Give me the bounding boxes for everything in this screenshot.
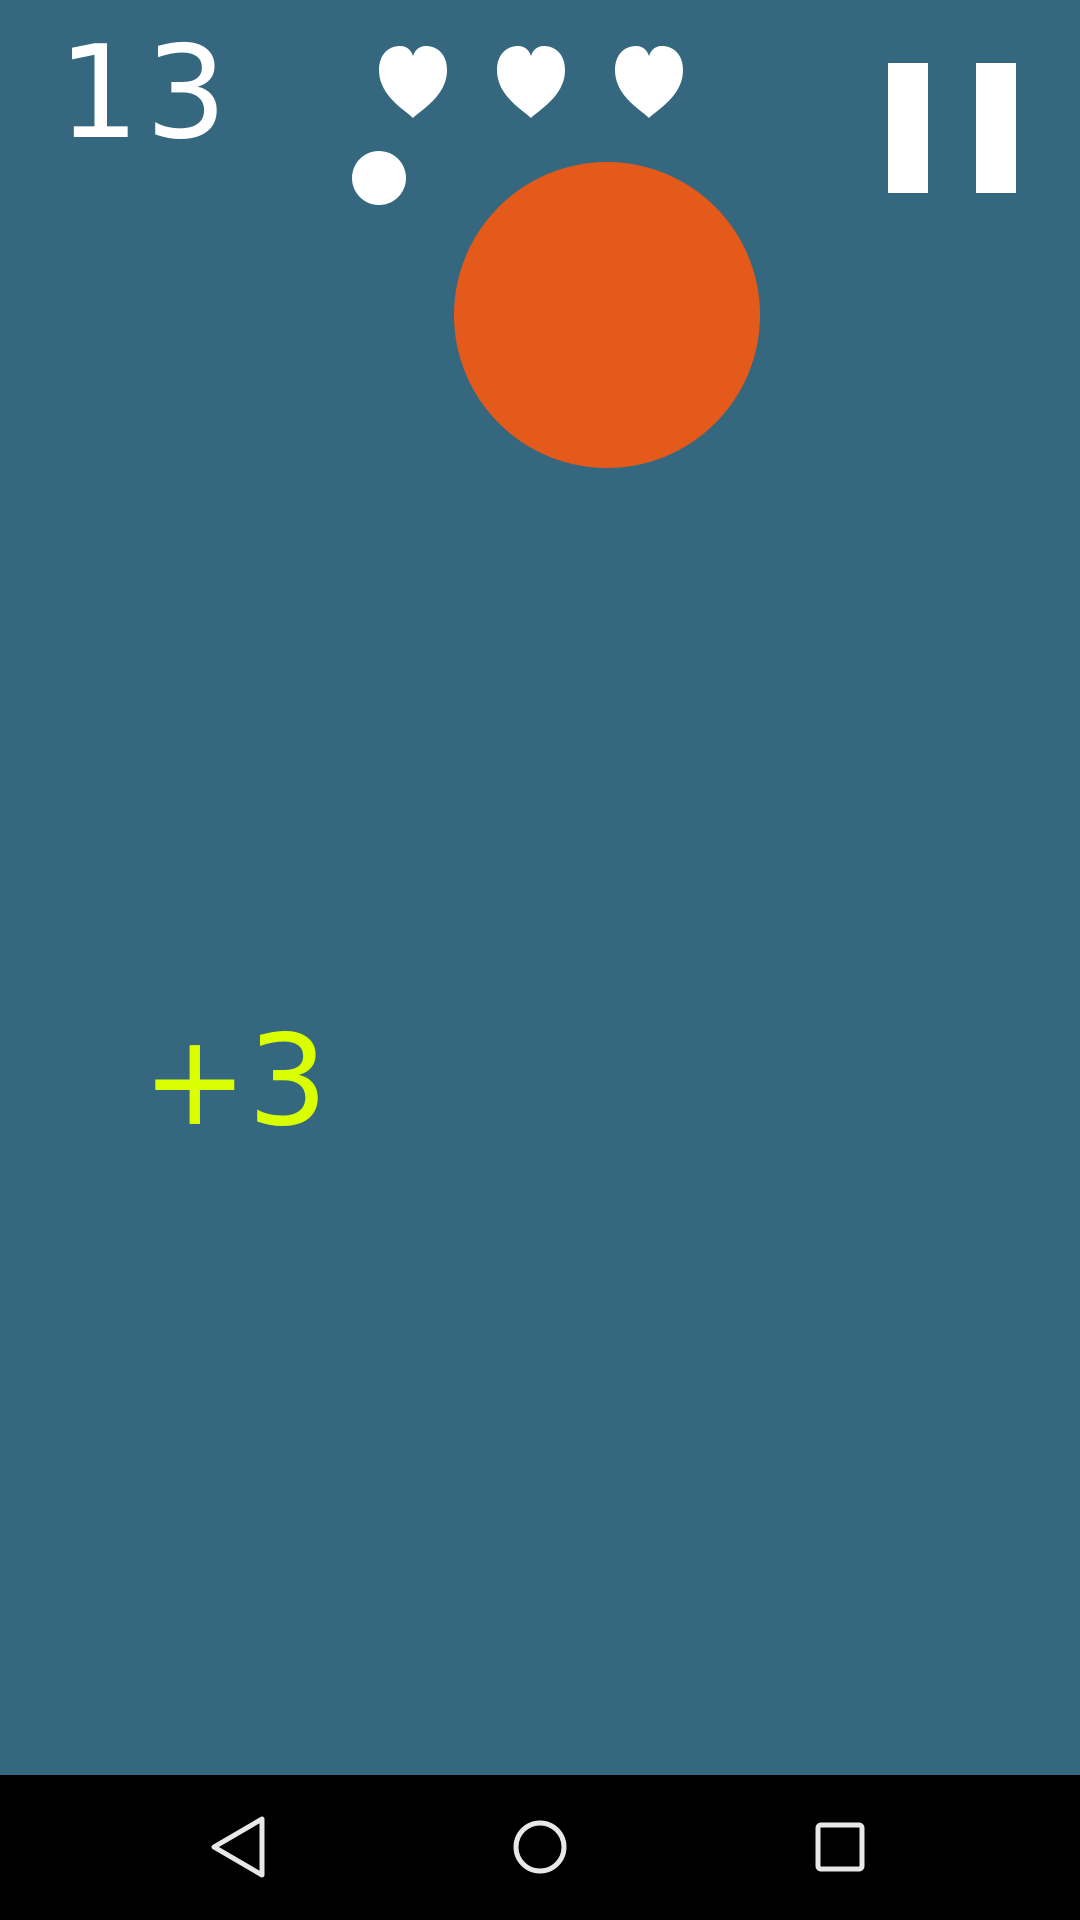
nav-home-button[interactable] <box>490 1797 590 1897</box>
heart-icon <box>497 46 565 118</box>
small-ball <box>352 151 406 205</box>
pause-button[interactable] <box>888 63 1016 193</box>
points-popup: +3 <box>142 1007 328 1154</box>
nav-recents-button[interactable] <box>790 1797 890 1897</box>
game-canvas[interactable]: 13 +3 <box>0 0 1080 1775</box>
back-triangle-icon <box>211 1816 265 1878</box>
heart-icon <box>615 46 683 118</box>
android-navigation-bar <box>0 1775 1080 1920</box>
home-circle-icon <box>513 1820 567 1874</box>
pause-icon <box>888 63 928 193</box>
heart-icon <box>379 46 447 118</box>
nav-back-button[interactable] <box>190 1797 290 1897</box>
pause-icon <box>976 63 1016 193</box>
lives-indicator <box>375 40 705 130</box>
score-counter: 13 <box>58 19 233 168</box>
recents-square-icon <box>815 1822 865 1872</box>
target-ball[interactable] <box>454 162 760 468</box>
